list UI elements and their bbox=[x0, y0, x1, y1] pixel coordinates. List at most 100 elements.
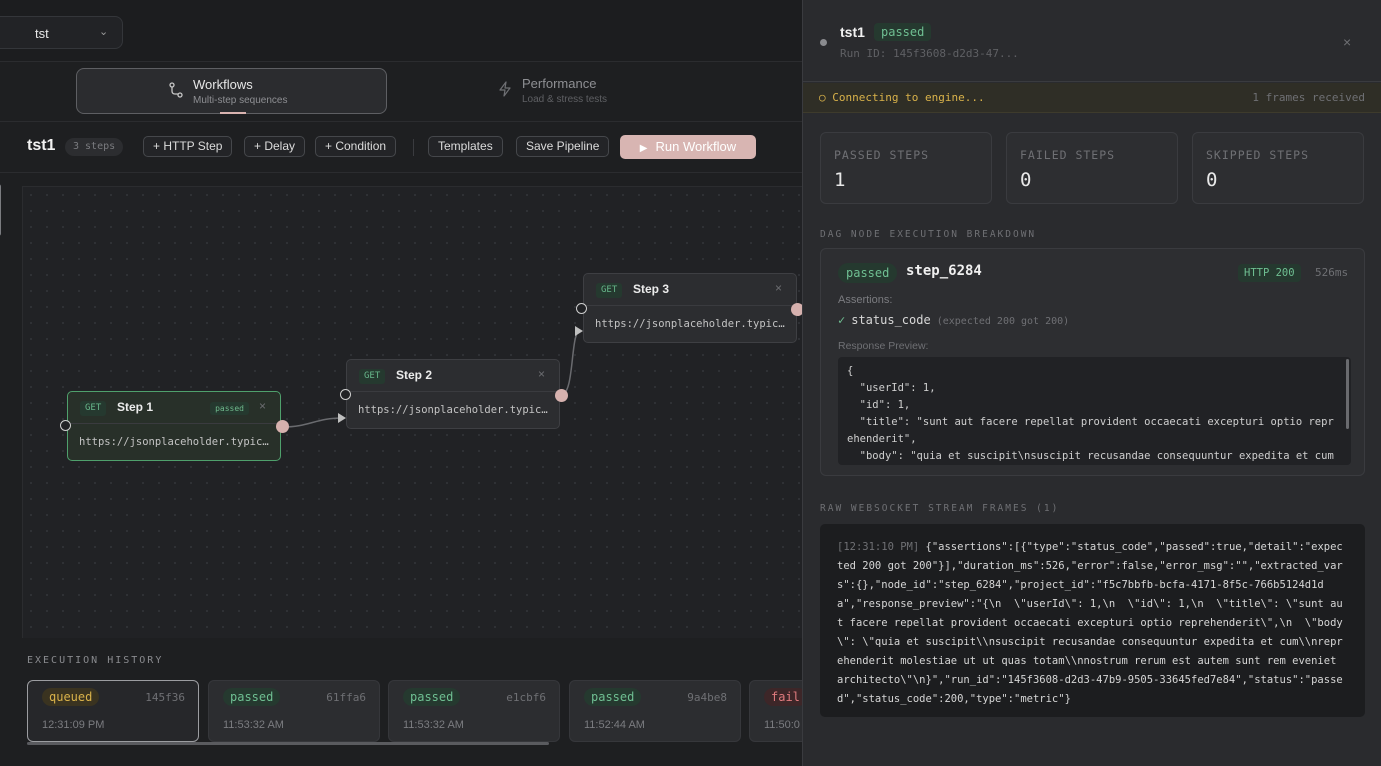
node-header: GET Step 3 × bbox=[584, 274, 796, 306]
assertion-name: status_code bbox=[851, 313, 931, 327]
response-preview-text: { "userId": 1, "id": 1, "title": "sunt a… bbox=[847, 365, 1334, 462]
output-port[interactable] bbox=[555, 389, 568, 402]
node-method-badge: GET bbox=[80, 401, 107, 416]
node-duration: 526ms bbox=[1315, 266, 1349, 279]
close-icon[interactable]: × bbox=[538, 367, 545, 381]
output-port[interactable] bbox=[791, 303, 802, 316]
tab-performance-title: Performance bbox=[522, 76, 597, 91]
tab-performance[interactable]: Performance Load & stress tests bbox=[420, 68, 731, 114]
history-time: 11:50:0 bbox=[764, 719, 800, 731]
run-workflow-button[interactable]: ▶ Run Workflow bbox=[620, 135, 756, 159]
tab-workflows-subtitle: Multi-step sequences bbox=[193, 95, 288, 106]
node-title: Step 2 bbox=[396, 368, 433, 382]
templates-button[interactable]: Templates bbox=[428, 136, 503, 157]
response-preview-label: Response Preview: bbox=[838, 340, 929, 352]
node-status-badge: passed bbox=[210, 402, 249, 415]
workflow-node-step-1[interactable]: GET Step 1 passed × https://jsonplacehol… bbox=[67, 391, 281, 461]
history-card[interactable]: passed e1cbf6 11:53:32 AM bbox=[388, 680, 560, 742]
tab-workflows-title: Workflows bbox=[193, 77, 253, 92]
connection-status: ○ Connecting to engine... bbox=[819, 91, 985, 104]
node-url: https://jsonplaceholder.typicode.com/pos… bbox=[358, 404, 550, 416]
close-icon[interactable]: × bbox=[1343, 34, 1351, 50]
history-time: 11:53:32 AM bbox=[223, 719, 284, 731]
stat-label: FAILED STEPS bbox=[1020, 148, 1116, 162]
node-header: GET Step 2 × bbox=[347, 360, 559, 392]
active-tab-indicator bbox=[220, 112, 246, 114]
steps-count-badge: 3 steps bbox=[65, 138, 124, 156]
preview-scrollbar[interactable] bbox=[1346, 359, 1349, 429]
history-status-badge: passed bbox=[584, 688, 642, 706]
lightning-icon bbox=[499, 81, 511, 100]
node-title: Step 1 bbox=[117, 400, 154, 414]
history-card[interactable]: queued 145f36 12:31:09 PM bbox=[27, 680, 199, 742]
node-method-badge: GET bbox=[359, 369, 386, 384]
tab-performance-subtitle: Load & stress tests bbox=[522, 94, 608, 105]
chevron-down-icon: ⌄ bbox=[99, 26, 109, 38]
run-workflow-label: Run Workflow bbox=[655, 139, 737, 154]
node-method-badge: GET bbox=[596, 283, 623, 298]
stat-value: 0 bbox=[1020, 169, 1032, 191]
input-port[interactable] bbox=[60, 420, 71, 431]
node-header: GET Step 1 passed × bbox=[68, 392, 280, 424]
history-run-id: e1cbf6 bbox=[506, 691, 546, 704]
assertions-label: Assertions: bbox=[838, 294, 893, 306]
add-http-step-button[interactable]: + HTTP Step bbox=[143, 136, 233, 157]
history-card[interactable]: passed 9a4be8 11:52:44 AM bbox=[569, 680, 741, 742]
history-card[interactable]: passed 61ffa6 11:53:32 AM bbox=[208, 680, 380, 742]
add-delay-button[interactable]: + Delay bbox=[244, 136, 306, 157]
close-icon[interactable]: × bbox=[775, 281, 782, 295]
history-status-badge: queued bbox=[42, 688, 100, 706]
assertion-detail: (expected 200 got 200) bbox=[936, 316, 1070, 327]
close-icon[interactable]: × bbox=[259, 399, 266, 413]
raw-frames-log[interactable]: [12:31:10 PM] {"assertions":[{"type":"st… bbox=[820, 524, 1365, 717]
top-bar: tst ⌄ bbox=[0, 0, 802, 62]
node-url: https://jsonplaceholder.typicode.com/pos… bbox=[79, 436, 271, 448]
stat-value: 1 bbox=[834, 169, 846, 191]
save-pipeline-button[interactable]: Save Pipeline bbox=[516, 136, 610, 157]
tab-workflows[interactable]: Workflows Multi-step sequences bbox=[76, 68, 387, 114]
input-port[interactable] bbox=[340, 389, 351, 400]
history-status-badge: passed bbox=[403, 688, 461, 706]
add-condition-button[interactable]: + Condition bbox=[315, 136, 397, 157]
sidebar-edge-handle[interactable] bbox=[0, 184, 1, 236]
history-status-badge: fail bbox=[764, 688, 802, 706]
input-port[interactable] bbox=[576, 303, 587, 314]
workflow-editor: tst ⌄ Workflows Multi-step sequences Per… bbox=[0, 0, 802, 766]
raw-frame-time: [12:31:10 PM] bbox=[837, 541, 920, 553]
project-select[interactable]: tst ⌄ bbox=[0, 16, 123, 49]
toolbar-divider bbox=[413, 139, 414, 156]
check-icon: ✓ bbox=[838, 313, 846, 327]
workflow-node-step-3[interactable]: GET Step 3 × https://jsonplaceholder.typ… bbox=[583, 273, 797, 343]
mode-tabs: Workflows Multi-step sequences Performan… bbox=[0, 62, 802, 122]
stat-passed-steps: PASSED STEPS 1 bbox=[820, 132, 992, 204]
project-select-label: tst bbox=[35, 26, 49, 41]
node-title: Step 3 bbox=[633, 282, 670, 296]
raw-frame: [12:31:10 PM] {"assertions":[{"type":"st… bbox=[837, 538, 1345, 709]
node-status-badge: passed bbox=[838, 263, 898, 283]
play-icon: ▶ bbox=[639, 143, 648, 154]
history-card[interactable]: fail 11:50:0 bbox=[749, 680, 802, 742]
history-time: 12:31:09 PM bbox=[42, 719, 105, 731]
response-preview[interactable]: { "userId": 1, "id": 1, "title": "sunt a… bbox=[838, 357, 1351, 465]
node-id: step_6284 bbox=[906, 263, 982, 279]
run-details-panel: tst1 passed Run ID: 145f3608-d2d3-47... … bbox=[802, 0, 1381, 766]
history-run-id: 145f36 bbox=[145, 691, 185, 704]
run-status-badge: passed bbox=[874, 23, 932, 41]
http-status-badge: HTTP 200 bbox=[1238, 264, 1301, 282]
stat-failed-steps: FAILED STEPS 0 bbox=[1006, 132, 1178, 204]
panel-header: tst1 passed Run ID: 145f3608-d2d3-47... … bbox=[803, 0, 1381, 82]
history-time: 11:53:32 AM bbox=[403, 719, 464, 731]
workflow-node-step-2[interactable]: GET Step 2 × https://jsonplaceholder.typ… bbox=[346, 359, 560, 429]
connection-status-bar: ○ Connecting to engine... 1 frames recei… bbox=[803, 83, 1381, 113]
run-id: Run ID: 145f3608-d2d3-47... bbox=[840, 47, 1019, 60]
history-status-badge: passed bbox=[223, 688, 281, 706]
output-port[interactable] bbox=[276, 420, 289, 433]
history-scrollbar[interactable] bbox=[27, 742, 549, 745]
history-run-id: 9a4be8 bbox=[687, 691, 727, 704]
dag-node-card: passed step_6284 HTTP 200 526ms Assertio… bbox=[820, 248, 1365, 476]
dag-breakdown-title: DAG NODE EXECUTION BREAKDOWN bbox=[820, 229, 1037, 240]
workflow-toolbar: tst1 3 steps + HTTP Step + Delay + Condi… bbox=[0, 123, 802, 173]
raw-frames-title: RAW WEBSOCKET STREAM FRAMES (1) bbox=[820, 503, 1060, 514]
execution-history-title: EXECUTION HISTORY bbox=[27, 655, 164, 666]
panel-title: tst1 bbox=[840, 24, 865, 40]
